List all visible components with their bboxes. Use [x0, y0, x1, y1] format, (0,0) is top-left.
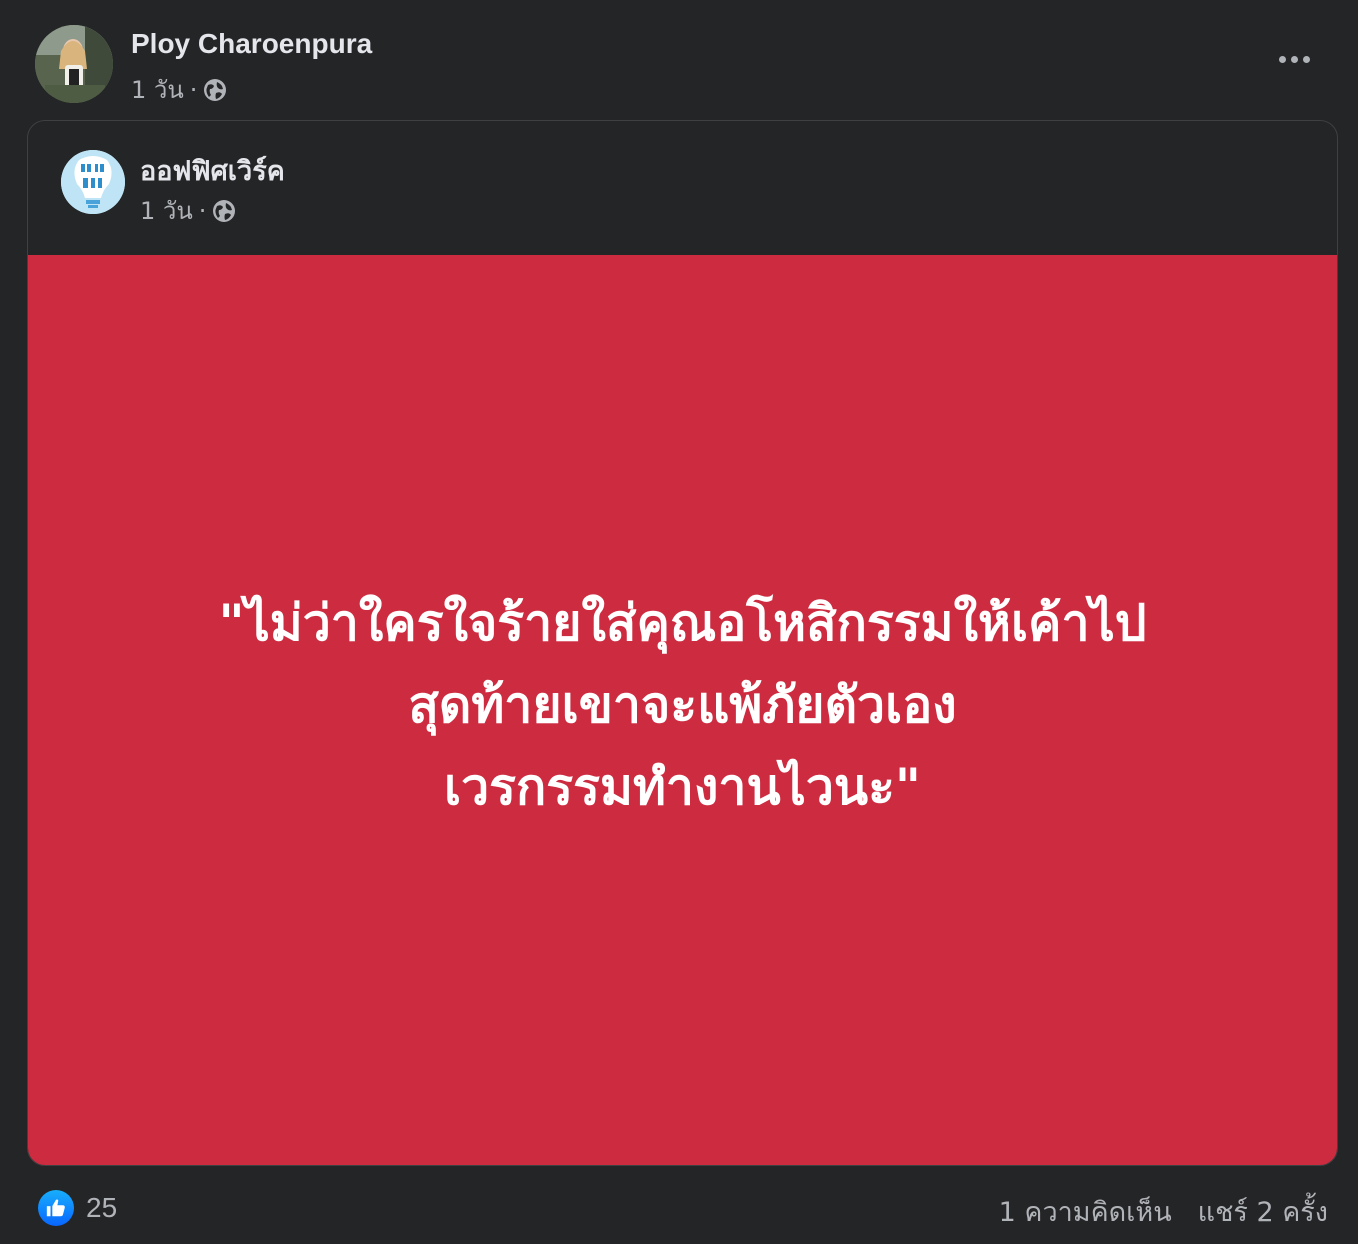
quote-line-3: เวรกรรมทำงานไวนะ": [444, 758, 921, 816]
shared-post-time[interactable]: 1 วัน: [140, 191, 193, 230]
post-meta: 1 วัน ·: [131, 70, 227, 109]
page-avatar[interactable]: [61, 150, 125, 214]
comments-count-link[interactable]: 1 ความคิดเห็น: [999, 1190, 1172, 1233]
shared-post-meta: 1 วัน ·: [140, 191, 236, 230]
shared-post-card[interactable]: ออฟฟิศเวิร์ค 1 วัน · "ไม่ว่าใครใจร้ายใส่…: [27, 120, 1338, 1166]
post-time[interactable]: 1 วัน: [131, 70, 184, 109]
feed-post: Ploy Charoenpura 1 วัน · ออฟฟิศเวิร์ค 1 …: [0, 0, 1358, 1244]
shares-count-link[interactable]: แชร์ 2 ครั้ง: [1198, 1190, 1328, 1233]
quote-text: "ไม่ว่าใครใจร้ายใส่คุณอโหสิกรรมให้เค้าไป…: [219, 582, 1147, 828]
more-options-icon[interactable]: [1270, 44, 1318, 74]
author-name[interactable]: Ploy Charoenpura: [131, 28, 372, 60]
page-name[interactable]: ออฟฟิศเวิร์ค: [140, 149, 285, 192]
globe-icon: [213, 199, 236, 222]
reactions-summary[interactable]: 25: [38, 1190, 117, 1226]
author-avatar[interactable]: [35, 25, 113, 103]
globe-icon: [204, 78, 227, 101]
quote-line-2: สุดท้ายเขาจะแพ้ภัยตัวเอง: [408, 676, 957, 734]
like-icon: [38, 1190, 74, 1226]
like-count: 25: [86, 1192, 118, 1223]
meta-separator: ·: [189, 75, 198, 104]
quote-image[interactable]: "ไม่ว่าใครใจร้ายใส่คุณอโหสิกรรมให้เค้าไป…: [28, 255, 1337, 1165]
quote-line-1: "ไม่ว่าใครใจร้ายใส่คุณอโหสิกรรมให้เค้าไป: [218, 594, 1147, 652]
engagement-stats: 1 ความคิดเห็น แชร์ 2 ครั้ง: [999, 1190, 1328, 1233]
meta-separator: ·: [198, 196, 207, 225]
